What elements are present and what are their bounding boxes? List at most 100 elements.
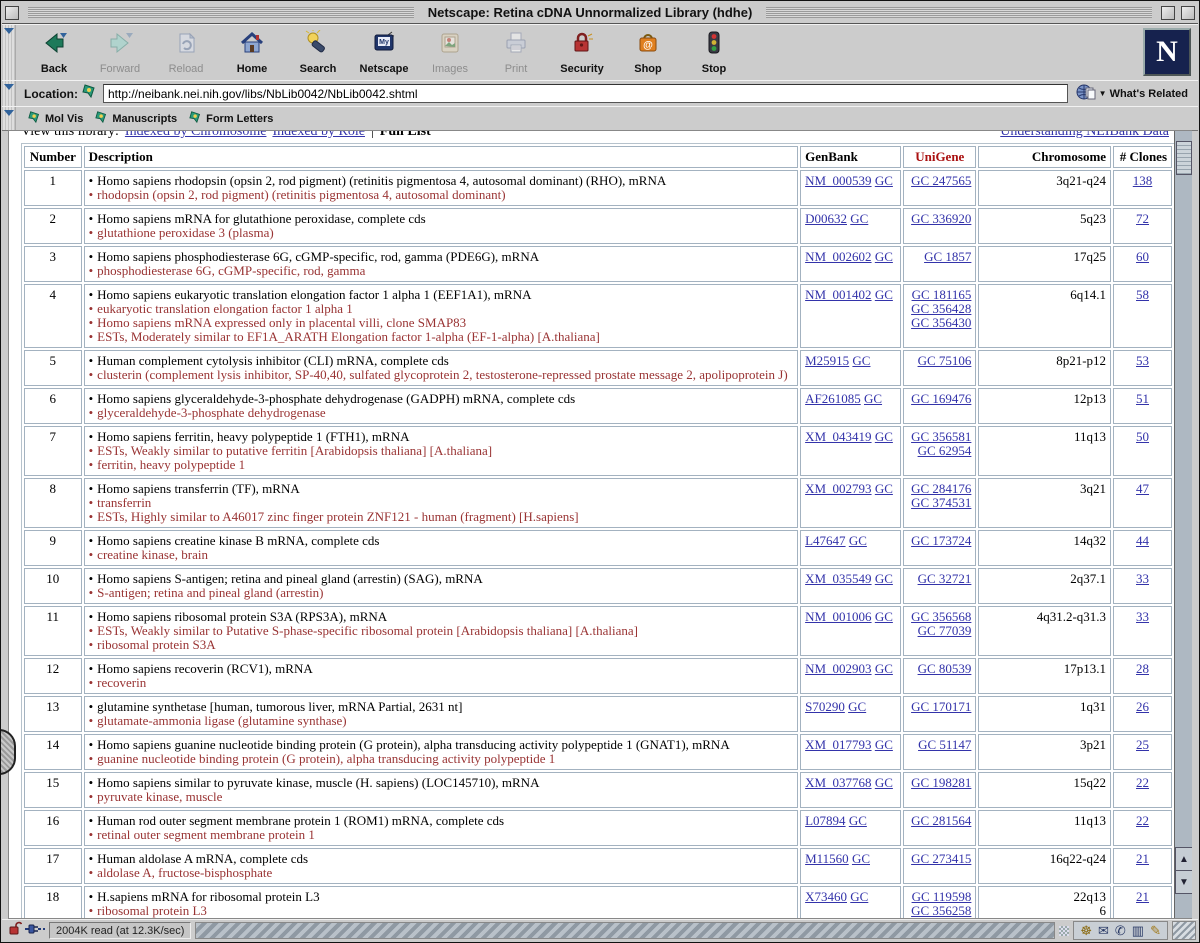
unigene-link[interactable]: GC 356258 [911,903,971,918]
clones-link[interactable]: 22 [1136,813,1149,828]
toolbar-collapse-handle[interactable] [2,25,16,80]
clones-link[interactable]: 60 [1136,249,1149,264]
genbank-link[interactable]: D00632 [805,211,847,226]
close-box-icon[interactable] [5,6,19,20]
unigene-link[interactable]: GC 356581 [911,429,971,444]
zoom-box-icon[interactable] [1161,6,1175,20]
genbank-link[interactable]: NM_000539 [805,173,871,188]
stop-button[interactable]: Stop [688,30,740,75]
genbank-link[interactable]: GC [850,889,868,904]
genbank-link[interactable]: GC [875,173,893,188]
unigene-link[interactable]: GC 119598 [912,889,972,904]
unigene-link[interactable]: GC 77039 [918,623,972,638]
genbank-link[interactable]: GC [875,775,893,790]
personal-bookmark-manuscripts[interactable]: Manuscripts [95,110,177,127]
unigene-link[interactable]: GC 356568 [911,609,971,624]
genbank-link[interactable]: NM_002903 [805,661,871,676]
clones-link[interactable]: 51 [1136,391,1149,406]
search-button[interactable]: Search [292,30,344,75]
genbank-link[interactable]: GC [875,481,893,496]
genbank-link[interactable]: L47647 [805,533,845,548]
reload-button[interactable]: Reload [160,30,212,75]
unigene-link[interactable]: GC 51147 [918,737,971,752]
unigene-link[interactable]: GC 281564 [911,813,971,828]
address-book-icon[interactable]: ▥ [1132,924,1144,937]
genbank-link[interactable]: GC [875,429,893,444]
genbank-link[interactable]: GC [864,391,882,406]
genbank-link[interactable]: GC [852,851,870,866]
forward-button[interactable]: Forward [94,30,146,75]
unigene-link[interactable]: GC 356428 [911,301,971,316]
clones-link[interactable]: 138 [1133,173,1153,188]
security-button[interactable]: Security [556,30,608,75]
back-button[interactable]: Back [28,30,80,75]
clones-link[interactable]: 72 [1136,211,1149,226]
home-button[interactable]: Home [226,30,278,75]
unigene-link[interactable]: GC 336920 [911,211,971,226]
genbank-link[interactable]: GC [852,353,870,368]
genbank-link[interactable]: M11560 [805,851,849,866]
unigene-link[interactable]: GC 80539 [918,661,972,676]
scrollbar-thumb[interactable] [1176,141,1192,175]
genbank-link[interactable]: L07894 [805,813,845,828]
clones-link[interactable]: 53 [1136,353,1149,368]
scroll-down-arrow-icon[interactable]: ▼ [1175,870,1192,894]
unigene-link[interactable]: GC 247565 [911,173,971,188]
window-resize-grip[interactable] [1172,921,1196,940]
clones-link[interactable]: 28 [1136,661,1149,676]
understanding-neibank-data-link[interactable]: Understanding NEIBank Data [1000,131,1169,140]
genbank-link[interactable]: GC [849,813,867,828]
unigene-link[interactable]: GC 273415 [911,851,971,866]
genbank-link[interactable]: M25915 [805,353,849,368]
clones-link[interactable]: 26 [1136,699,1149,714]
genbank-link[interactable]: GC [875,571,893,586]
bookmark-icon[interactable] [82,83,98,104]
unigene-link[interactable]: GC 75106 [918,353,972,368]
genbank-link[interactable]: S70290 [805,699,845,714]
composer-pen-icon[interactable]: ✎ [1150,924,1161,937]
shop-button[interactable]: @ Shop [622,30,674,75]
indexed-by-role-link[interactable]: Indexed by Role [272,131,365,140]
genbank-link[interactable]: NM_001006 [805,609,871,624]
clones-link[interactable]: 33 [1136,571,1149,586]
clones-link[interactable]: 21 [1136,889,1149,904]
collapse-box-icon[interactable] [1181,6,1195,20]
unigene-link[interactable]: GC 169476 [911,391,971,406]
genbank-link[interactable]: NM_001402 [805,287,871,302]
genbank-link[interactable]: XM_017793 [805,737,871,752]
genbank-link[interactable]: AF261085 [805,391,861,406]
genbank-link[interactable]: XM_035549 [805,571,871,586]
unigene-link[interactable]: GC 32721 [918,571,972,586]
genbank-link[interactable]: GC [848,699,866,714]
clones-link[interactable]: 44 [1136,533,1149,548]
title-bar[interactable]: Netscape: Retina cDNA Unnormalized Libra… [2,2,1198,24]
navigator-wheel-icon[interactable]: ☸ [1080,924,1092,937]
clones-link[interactable]: 25 [1136,737,1149,752]
unigene-link[interactable]: GC 170171 [911,699,971,714]
genbank-link[interactable]: GC [875,287,893,302]
instant-messenger-icon[interactable]: ✆ [1115,924,1126,937]
genbank-link[interactable]: XM_043419 [805,429,871,444]
clones-link[interactable]: 50 [1136,429,1149,444]
genbank-link[interactable]: GC [875,737,893,752]
mailbox-icon[interactable]: ✉ [1098,924,1109,937]
print-button[interactable]: Print [490,30,542,75]
unigene-link[interactable]: GC 1857 [924,249,971,264]
clones-link[interactable]: 22 [1136,775,1149,790]
genbank-link[interactable]: GC [849,533,867,548]
images-button[interactable]: Images [424,30,476,75]
toolbar-collapse-handle[interactable] [2,81,16,106]
personal-bookmark-molvis[interactable]: Mol Vis [28,110,83,127]
genbank-link[interactable]: NM_002602 [805,249,871,264]
netscape-button[interactable]: My Netscape [358,30,410,75]
netscape-throbber-logo[interactable]: N [1143,28,1191,76]
genbank-link[interactable]: GC [875,249,893,264]
unigene-link[interactable]: GC 356430 [911,315,971,330]
clones-link[interactable]: 21 [1136,851,1149,866]
toolbar-collapse-handle[interactable] [2,107,16,130]
genbank-link[interactable]: GC [850,211,868,226]
clones-link[interactable]: 58 [1136,287,1149,302]
unigene-link[interactable]: GC 173724 [911,533,971,548]
url-input[interactable] [103,84,1068,103]
clones-link[interactable]: 33 [1136,609,1149,624]
